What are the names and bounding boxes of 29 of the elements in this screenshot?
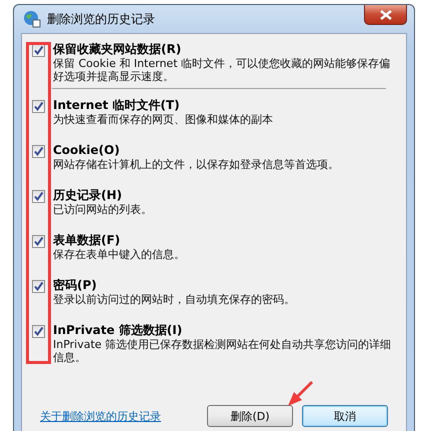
checkbox[interactable] xyxy=(32,145,45,158)
option-label[interactable]: InPrivate 筛选数据(I) xyxy=(53,323,396,338)
option-description: 保存在表单中键入的信息。 xyxy=(53,248,185,261)
help-link[interactable]: 关于删除浏览的历史记录 xyxy=(40,408,161,424)
option-label[interactable]: 表单数据(F) xyxy=(53,233,185,248)
checkbox[interactable] xyxy=(32,44,45,57)
option-label[interactable]: Cookie(O) xyxy=(53,143,339,158)
option-description: 为快速查看而保存的网页、图像和媒体的副本 xyxy=(53,113,273,126)
close-icon xyxy=(380,10,392,20)
dialog-button[interactable]: 取消 xyxy=(302,405,388,427)
option-description: InPrivate 筛选使用已保存数据检测网站在何处自动共享您访问的详细信息。 xyxy=(53,338,392,364)
checkbox[interactable] xyxy=(32,190,45,203)
option-label[interactable]: 密码(P) xyxy=(53,278,295,293)
checkbox[interactable] xyxy=(32,280,45,293)
dialog-button[interactable]: 删除(D) xyxy=(207,405,293,427)
option-description: 登录以前访问过的网站时，自动填充保存的密码。 xyxy=(53,293,295,306)
pointer-arrow xyxy=(287,381,313,407)
option-label[interactable]: 保留收藏夹网站数据(R) xyxy=(53,42,396,57)
globe-icon xyxy=(23,10,41,28)
option-label[interactable]: Internet 临时文件(T) xyxy=(53,98,273,113)
close-button[interactable] xyxy=(364,5,407,25)
option-description: 网站存储在计算机上的文件，以保存如登录信息等首选项。 xyxy=(53,158,339,171)
checkbox[interactable] xyxy=(32,325,45,338)
window-title: 删除浏览的历史记录 xyxy=(47,10,155,28)
option-description: 保留 Cookie 和 Internet 临时文件，可以使您收藏的网站能够保存偏好选项并提高显示速度。 xyxy=(53,57,391,83)
checkbox[interactable] xyxy=(32,235,45,248)
option-label[interactable]: 历史记录(H) xyxy=(53,188,152,203)
option-description: 已访问网站的列表。 xyxy=(53,203,152,216)
checkbox[interactable] xyxy=(32,100,45,113)
